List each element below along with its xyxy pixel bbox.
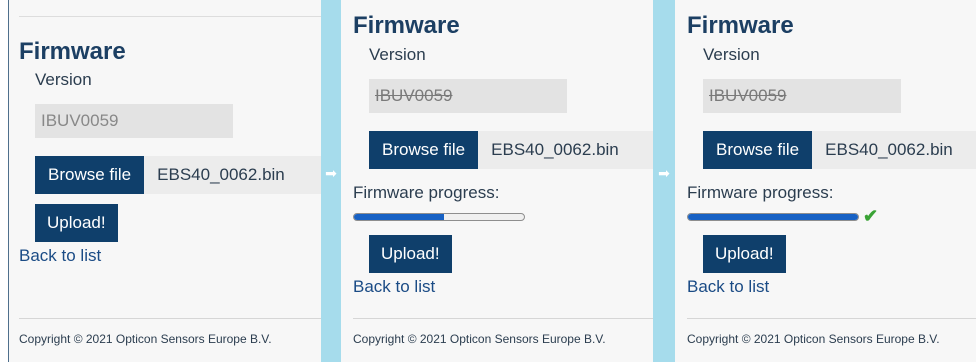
version-label: Version: [35, 70, 92, 89]
progress-fill: [688, 214, 858, 220]
check-icon: ✔: [863, 206, 879, 226]
page-title: Firmware: [687, 12, 794, 39]
copyright-text: Copyright © 2021 Opticon Sensors Europe …: [687, 332, 940, 346]
selected-file-name: EBS40_0062.bin: [478, 131, 653, 169]
browse-file-button[interactable]: Browse file: [703, 131, 813, 169]
back-to-list-link[interactable]: Back to list: [353, 277, 435, 297]
version-input[interactable]: IBUV0059: [369, 79, 567, 113]
page-title: Firmware: [19, 38, 126, 65]
version-input[interactable]: IBUV0059: [703, 79, 901, 113]
selected-file-name: EBS40_0062.bin: [812, 131, 976, 169]
firmware-progress-bar: [353, 213, 525, 221]
browse-file-button[interactable]: Browse file: [369, 131, 479, 169]
firmware-progress-bar: [687, 213, 859, 221]
file-picker: Browse file EBS40_0062.bin: [369, 131, 653, 169]
file-picker: Browse file EBS40_0062.bin: [35, 156, 321, 194]
firmware-panel-step-2: Firmware Version IBUV0059 Browse file EB…: [341, 0, 653, 362]
selected-file-name: EBS40_0062.bin: [144, 156, 321, 194]
upload-button[interactable]: Upload!: [703, 235, 786, 273]
firmware-progress-label: Firmware progress:: [687, 183, 834, 202]
footer-divider: [687, 318, 976, 319]
version-input[interactable]: IBUV0059: [35, 104, 233, 138]
footer-divider: [353, 318, 653, 319]
file-picker: Browse file EBS40_0062.bin: [703, 131, 976, 169]
firmware-panel-step-3: Firmware Version IBUV0059 Browse file EB…: [675, 0, 976, 362]
step-separator: ➡: [321, 0, 341, 362]
header-divider: [19, 16, 321, 17]
footer-divider: [19, 318, 321, 319]
back-to-list-link[interactable]: Back to list: [687, 277, 769, 297]
step-separator: ➡: [653, 0, 675, 362]
firmware-progress-label: Firmware progress:: [353, 183, 500, 202]
arrow-right-icon: ➡: [658, 165, 670, 181]
copyright-text: Copyright © 2021 Opticon Sensors Europe …: [353, 332, 606, 346]
progress-fill: [354, 214, 445, 220]
version-label: Version: [703, 45, 760, 64]
step-sequence: Firmware Version IBUV0059 Browse file EB…: [0, 0, 976, 362]
version-label: Version: [369, 45, 426, 64]
arrow-right-icon: ➡: [325, 165, 337, 181]
back-to-list-link[interactable]: Back to list: [19, 246, 101, 266]
page-title: Firmware: [353, 12, 460, 39]
firmware-panel-step-1: Firmware Version IBUV0059 Browse file EB…: [8, 0, 321, 362]
upload-button[interactable]: Upload!: [369, 235, 452, 273]
browse-file-button[interactable]: Browse file: [35, 156, 145, 194]
copyright-text: Copyright © 2021 Opticon Sensors Europe …: [19, 332, 272, 346]
upload-button[interactable]: Upload!: [35, 204, 118, 242]
